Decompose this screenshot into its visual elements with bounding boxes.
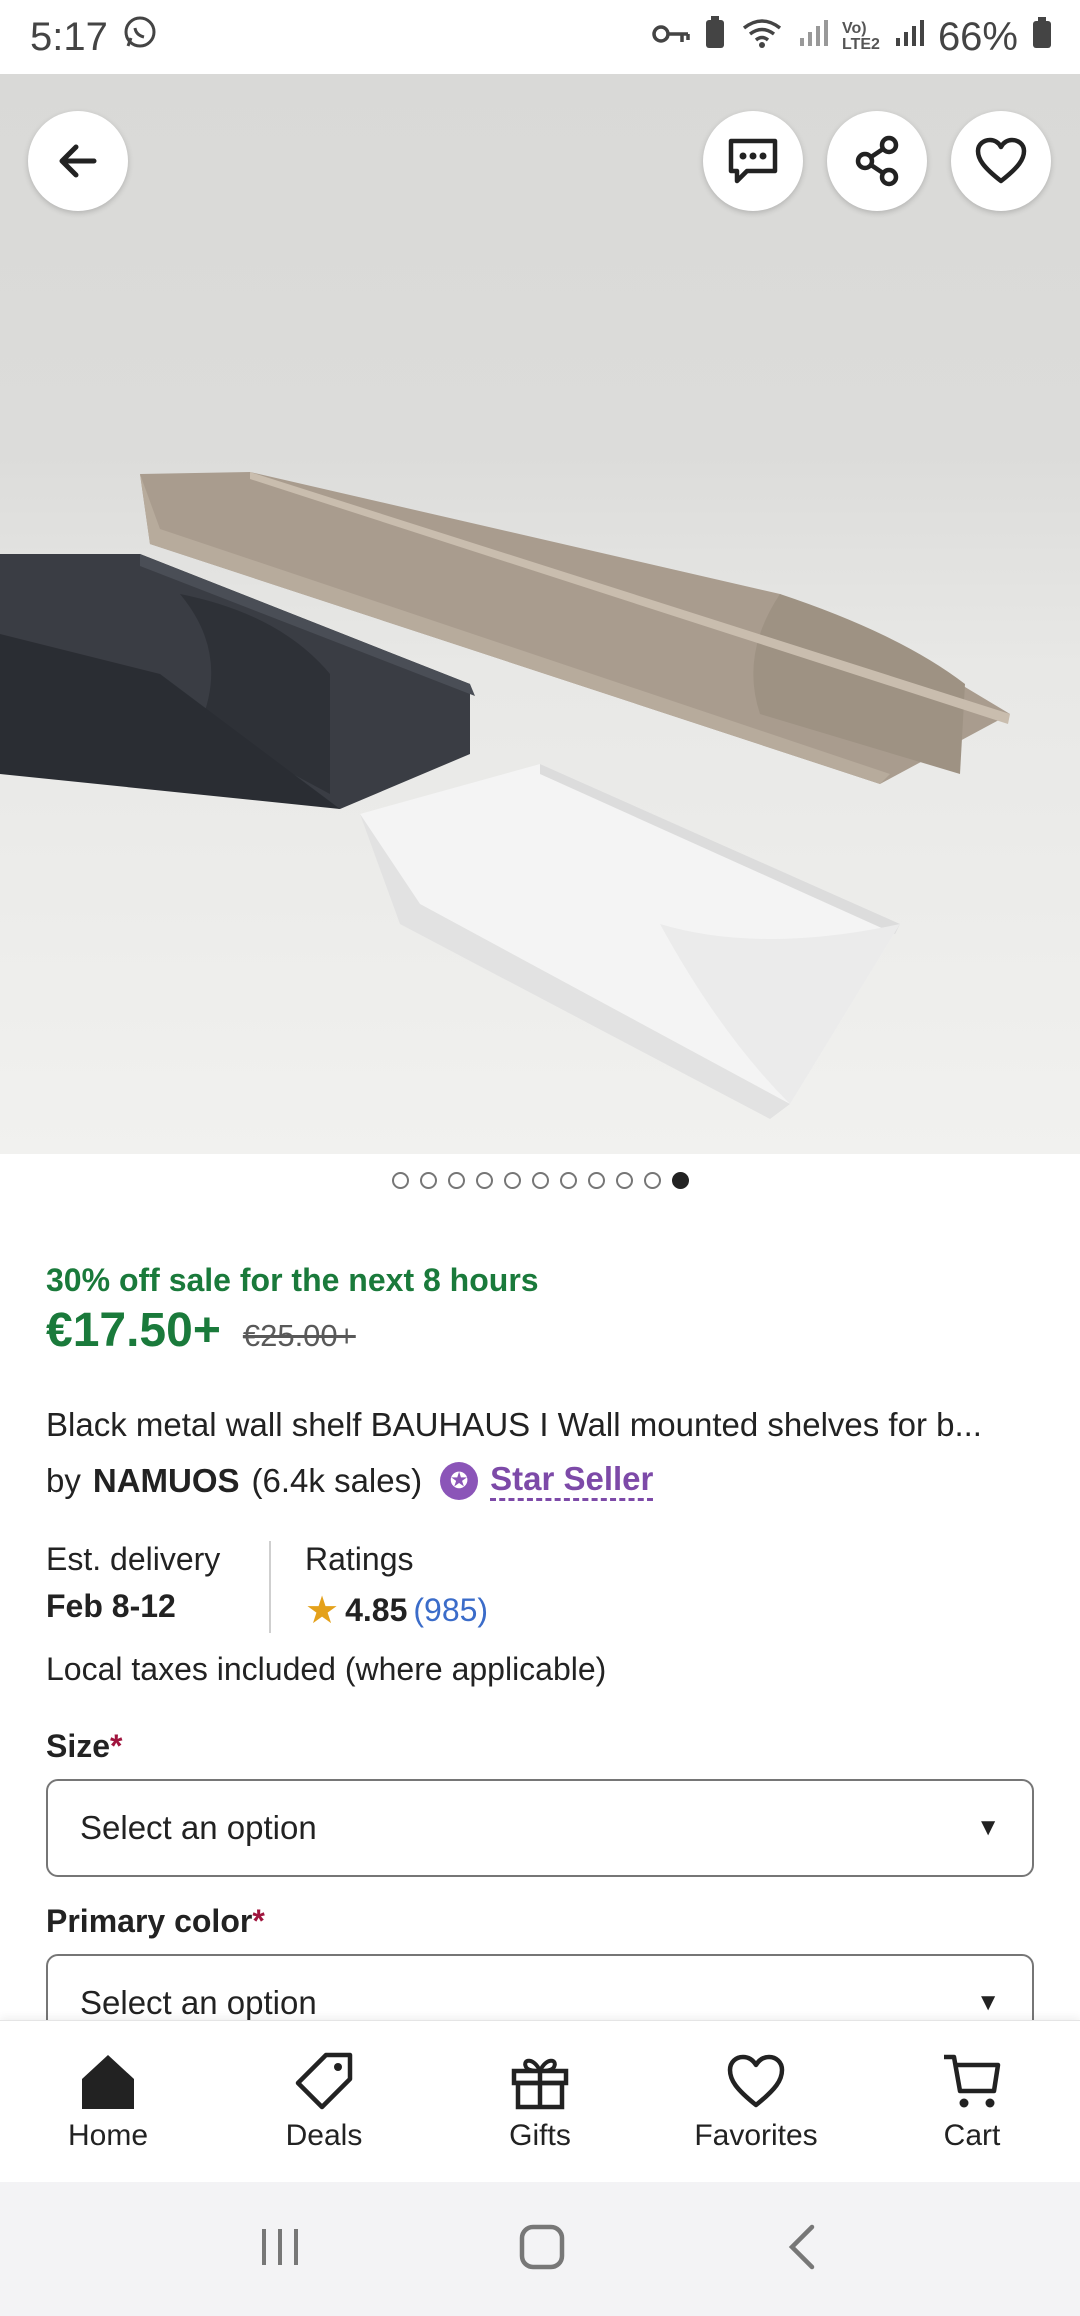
nav-cart[interactable]: Cart <box>867 2051 1077 2153</box>
rating-count[interactable]: (985) <box>413 1592 488 1629</box>
message-icon <box>728 138 778 184</box>
favorite-button[interactable] <box>951 111 1051 211</box>
back-system-button[interactable] <box>782 2223 822 2276</box>
volte-icon: Vo) LTE2 <box>842 20 880 53</box>
star-icon: ★ <box>305 1590 340 1632</box>
recent-apps-icon <box>262 2228 298 2265</box>
product-details: 30% off sale for the next 8 hours €17.50… <box>46 1262 1036 2052</box>
by-label: by <box>46 1461 81 1499</box>
size-select-value: Select an option <box>80 1809 317 1846</box>
back-chevron-icon <box>788 2224 815 2269</box>
current-price: €17.50+ <box>46 1304 221 1357</box>
nav-cart-label: Cart <box>943 2118 1001 2152</box>
bottom-navigation: Home Deals Gifts Favorites Cart <box>0 2020 1080 2182</box>
seller-name[interactable]: NAMUOS <box>93 1462 240 1500</box>
carousel-dot[interactable] <box>475 1172 493 1189</box>
status-bar: 5:17 Vo) LTE2 66% <box>0 0 1080 74</box>
delivery-info: Est. delivery Feb 8-12 <box>46 1541 271 1633</box>
info-row: Est. delivery Feb 8-12 Ratings ★ 4.85 (9… <box>46 1541 1036 1633</box>
carousel-dot[interactable] <box>531 1172 549 1189</box>
carousel-dot[interactable] <box>391 1172 409 1189</box>
nav-gifts[interactable]: Gifts <box>435 2051 645 2153</box>
battery-saver-icon <box>704 16 726 58</box>
message-button[interactable] <box>703 111 803 211</box>
nav-deals-label: Deals <box>285 2118 363 2152</box>
recent-apps-button[interactable] <box>258 2225 302 2274</box>
rating-value: 4.85 <box>345 1592 408 1628</box>
status-right: Vo) LTE2 66% <box>652 15 1052 60</box>
delivery-value: Feb 8-12 <box>46 1588 176 1624</box>
size-label-text: Size <box>46 1728 111 1764</box>
back-icon <box>59 144 97 178</box>
carousel-dot[interactable] <box>587 1172 605 1189</box>
carousel-dot[interactable] <box>419 1172 437 1189</box>
system-navigation <box>0 2182 1080 2316</box>
color-label: Primary color* <box>46 1903 1036 1940</box>
color-select-value: Select an option <box>80 1984 317 2021</box>
star-seller-icon: ✪ <box>440 1461 479 1500</box>
seller-row: by NAMUOS (6.4k sales) ✪ Star Seller <box>46 1460 1036 1501</box>
nav-home[interactable]: Home <box>3 2051 213 2153</box>
carousel-dot[interactable] <box>559 1172 577 1189</box>
nav-deals[interactable]: Deals <box>219 2051 429 2153</box>
carousel-dot[interactable] <box>615 1172 633 1189</box>
home-icon <box>82 2054 134 2109</box>
status-time: 5:17 <box>30 14 108 59</box>
gift-icon <box>511 2058 569 2109</box>
carousel-indicator[interactable] <box>0 1172 1080 1189</box>
carousel-dot[interactable] <box>671 1172 689 1189</box>
ratings-info[interactable]: Ratings ★ 4.85 (985) <box>271 1541 488 1633</box>
caret-down-icon: ▼ <box>976 1814 1000 1841</box>
color-label-text: Primary color <box>46 1903 253 1939</box>
carousel-dot[interactable] <box>447 1172 465 1189</box>
battery-icon <box>1032 17 1052 57</box>
sale-banner: 30% off sale for the next 8 hours <box>46 1262 539 1298</box>
size-select[interactable]: Select an option ▼ <box>46 1779 1034 1877</box>
battery-percent: 66% <box>937 14 1018 59</box>
whatsapp-icon <box>122 14 158 60</box>
status-left: 5:17 <box>30 14 158 60</box>
signal-icon <box>894 18 924 56</box>
product-image[interactable] <box>0 74 1080 1154</box>
carousel-dot[interactable] <box>643 1172 661 1189</box>
required-marker: * <box>110 1728 123 1764</box>
size-label: Size* <box>46 1728 1036 1765</box>
signal-icon <box>798 18 828 56</box>
back-button[interactable] <box>28 111 128 211</box>
nav-favorites[interactable]: Favorites <box>651 2051 861 2153</box>
heart-icon <box>975 137 1027 184</box>
carousel-dot[interactable] <box>503 1172 521 1189</box>
taxes-note: Local taxes included (where applicable) <box>46 1651 607 1687</box>
rating-line: ★ 4.85 (985) <box>305 1588 488 1633</box>
nav-home-label: Home <box>67 2118 149 2152</box>
caret-down-icon: ▼ <box>976 1989 1000 2016</box>
share-icon <box>855 135 899 187</box>
shelves-illustration <box>0 472 1010 1119</box>
home-system-button[interactable] <box>518 2223 566 2276</box>
nav-favorites-label: Favorites <box>694 2118 818 2152</box>
tag-icon <box>295 2052 353 2109</box>
star-seller-link[interactable]: Star Seller <box>490 1460 654 1501</box>
wifi-icon <box>740 16 784 58</box>
delivery-label: Est. delivery <box>46 1541 221 1577</box>
original-price: €25.00+ <box>242 1318 356 1353</box>
heart-icon <box>727 2054 785 2107</box>
ratings-label: Ratings <box>305 1541 414 1577</box>
key-icon <box>652 20 690 54</box>
required-marker: * <box>252 1903 265 1939</box>
home-square-icon <box>519 2224 565 2269</box>
cart-icon <box>944 2054 1001 2107</box>
nav-gifts-label: Gifts <box>509 2118 571 2152</box>
product-title[interactable]: Black metal wall shelf BAUHAUS I Wall mo… <box>46 1406 1036 1444</box>
price-row: €17.50+ €25.00+ <box>46 1303 1036 1358</box>
seller-sales: (6.4k sales) <box>251 1461 423 1499</box>
share-button[interactable] <box>827 111 927 211</box>
